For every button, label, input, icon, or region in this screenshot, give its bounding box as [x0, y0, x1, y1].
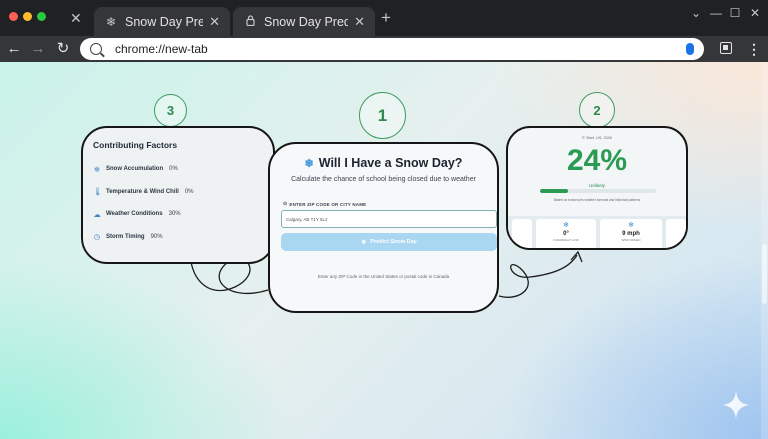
tab-search-chevron-icon[interactable]: ⌄: [685, 6, 707, 20]
predictor-title-row: ❄ Will I Have a Snow Day?: [276, 156, 491, 170]
wind-icon: ❄: [628, 222, 634, 229]
minimize-window-dot[interactable]: [23, 12, 32, 21]
new-tab-plus-icon[interactable]: +: [381, 9, 391, 27]
stat-label: OVERNIGHT LOW: [553, 238, 579, 242]
reload-icon[interactable]: ↻: [53, 39, 73, 59]
result-likelihood-label: Unlikely: [589, 183, 605, 188]
stat-value: 9 mph: [622, 231, 640, 237]
step-badge-1: 1: [359, 92, 406, 139]
factor-row-weather-conditions: ☁ Weather Conditions 30%: [93, 208, 273, 220]
thermometer-icon: 🌡: [93, 187, 103, 196]
sparkle-icon[interactable]: [721, 390, 751, 420]
lock-icon: [243, 14, 257, 29]
prediction-result-card: © Start, US, 2026 24% Unlikely Based on …: [506, 126, 688, 250]
cloud-icon: ☁: [93, 209, 101, 219]
location-input[interactable]: Calgary, AB T1Y 5L2: [281, 210, 497, 228]
snow-day-predictor-card: ❄ Will I Have a Snow Day? Calculate the …: [268, 142, 499, 313]
stat-card-wind-speed: ❄ 9 mph WIND SPEED: [600, 219, 662, 248]
extensions-icon[interactable]: [720, 42, 732, 54]
snowflake-icon: ❄: [105, 14, 117, 29]
predict-snow-day-button[interactable]: ❄ Predict Snow Day: [281, 233, 497, 251]
stat-card-overnight-low: ❄ 0° OVERNIGHT LOW: [536, 219, 596, 248]
close-window-icon[interactable]: ✕: [744, 6, 766, 20]
arrow-to-result: [498, 254, 578, 298]
stat-value: 0°: [563, 231, 569, 237]
factor-label: Snow Accumulation: [106, 166, 164, 172]
result-probability-fill: [540, 189, 568, 193]
menu-kebab-icon[interactable]: ⋮: [747, 40, 761, 58]
result-probability-bar: [540, 189, 656, 193]
stat-card-partial-left: [512, 219, 532, 248]
tab-snow-day-predictor-2[interactable]: Snow Day Predictor ✕: [233, 7, 375, 36]
browser-titlebar: ✕ ❄ Snow Day Predictor ✕ Snow Day Predic…: [0, 0, 768, 36]
clock-icon: ◷: [93, 232, 101, 241]
factor-row-snow-accumulation: ❄ Snow Accumulation 0%: [93, 163, 273, 175]
page-viewport: 3 1 2 Contributing Factors ❄ Snow Accumu…: [0, 62, 768, 439]
tab-snow-day-predictor[interactable]: ❄ Snow Day Predictor ✕: [94, 7, 230, 36]
result-location-header: © Start, US, 2026: [582, 136, 612, 140]
browser-toolbar: ← → ↻ chrome://new-tab ⋮: [0, 36, 768, 62]
maximize-window-dot[interactable]: [37, 12, 46, 21]
stat-card-partial-right: [666, 219, 686, 248]
factor-label: Storm Timing: [106, 233, 145, 240]
maximize-icon[interactable]: ☐: [724, 6, 746, 20]
location-field-label-row: ⊙ ENTER ZIP CODE OR CITY NAME: [283, 201, 491, 207]
url-text[interactable]: chrome://new-tab: [115, 42, 686, 56]
snowflake-icon: ❄: [361, 239, 367, 246]
result-percent: 24%: [566, 144, 628, 177]
factor-value: 30%: [168, 211, 181, 217]
location-pin-icon: ⊙: [283, 201, 288, 207]
address-bar[interactable]: chrome://new-tab: [80, 38, 704, 60]
close-icon[interactable]: ✕: [70, 9, 82, 27]
close-window-dot[interactable]: [9, 12, 18, 21]
search-icon: [90, 43, 102, 55]
tab-title: Snow Day Predictor: [264, 14, 349, 29]
factor-row-storm-timing: ◷ Storm Timing 90%: [93, 231, 273, 243]
predict-button-label: Predict Snow Day: [370, 239, 417, 245]
step-badge-2: 2: [579, 92, 615, 128]
snowflake-icon: ❄: [93, 164, 101, 174]
factor-label: Weather Conditions: [106, 211, 163, 217]
snowflake-icon: ❄: [304, 157, 314, 170]
factor-value: 90%: [150, 233, 163, 240]
factors-title: Contributing Factors: [93, 140, 178, 150]
factor-value: 0%: [169, 166, 178, 172]
tab-close-icon[interactable]: ✕: [209, 14, 220, 30]
forward-arrow-icon[interactable]: →: [28, 39, 48, 59]
factor-label: Temperature & Wind Chill: [106, 188, 179, 195]
contributing-factors-card: Contributing Factors ❄ Snow Accumulation…: [81, 126, 275, 264]
predictor-subtitle: Calculate the chance of school being clo…: [291, 176, 476, 183]
back-arrow-icon[interactable]: ←: [4, 39, 24, 59]
tab-close-icon[interactable]: ✕: [354, 14, 365, 30]
microphone-icon[interactable]: [686, 43, 694, 55]
stat-label: WIND SPEED: [621, 238, 641, 242]
result-note: Based on tomorrow's weather forecast and…: [553, 198, 641, 202]
factor-row-temperature: 🌡 Temperature & Wind Chill 0%: [93, 186, 273, 198]
tab-title: Snow Day Predictor: [125, 14, 204, 29]
predictor-title: Will I Have a Snow Day?: [318, 156, 463, 170]
step-badge-3: 3: [154, 94, 187, 127]
predictor-help-text: Enter any ZIP Code in the United States …: [317, 274, 450, 279]
factor-value: 0%: [184, 188, 194, 195]
snowflake-icon: ❄: [563, 222, 569, 229]
page-scrollbar-thumb[interactable]: [762, 244, 767, 304]
location-field-label: ENTER ZIP CODE OR CITY NAME: [289, 201, 367, 207]
